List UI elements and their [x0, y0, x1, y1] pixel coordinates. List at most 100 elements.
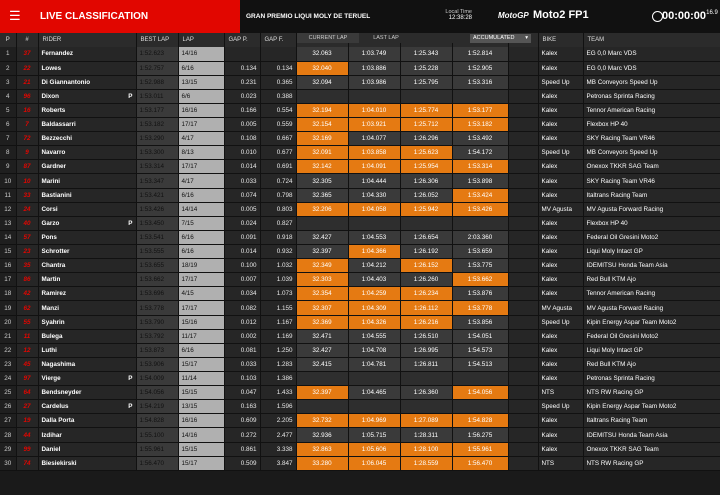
table-row[interactable]: 9 87 Gardner 1:53.314 17/17 0.014 0.691 32.142 1…	[0, 159, 720, 175]
col-best-lap[interactable]: BEST LAP	[136, 33, 179, 47]
rider-number-cell: 97	[16, 371, 39, 387]
table-row[interactable]: 10 10 Marini 1:53.347 4/17 0.033 0.724 32.305 1:…	[0, 173, 720, 189]
table-row[interactable]: 23 45 Nagashima 1:53.906 15/17 0.033 1.283 32.4…	[0, 357, 720, 373]
col-team[interactable]: TEAM	[583, 33, 720, 47]
table-row[interactable]: 16 35 Chantra 1:53.655 18/19 0.100 1.032 32.349…	[0, 258, 720, 274]
table-row[interactable]: 28 44 Izdihar 1:55.100 14/16 0.272 2.477 32.936…	[0, 427, 720, 443]
sector-s1-cell: 32.369	[296, 315, 349, 330]
gap-previous-cell: 0.002	[224, 329, 261, 344]
team-cell: Flexbox HP 40	[583, 117, 720, 133]
table-row[interactable]: 8 9 Navarro 1:53.300 8/13 0.010 0.677 32.091 1:0…	[0, 145, 720, 161]
sector-s2-cell: 1:05.606	[348, 442, 401, 457]
table-row[interactable]: 14 57 Pons 1:53.541 6/16 0.091 0.918 32.427 1:04…	[0, 230, 720, 246]
col-number[interactable]: #	[16, 33, 39, 47]
table-row[interactable]: 18 42 Ramirez 1:53.696 4/15 0.034 1.073 32.354 1…	[0, 286, 720, 302]
position-cell: 26	[0, 399, 17, 415]
col-gap-p[interactable]: GAP P.	[224, 33, 261, 47]
col-rider[interactable]: RIDER	[38, 33, 137, 47]
table-row[interactable]: 27 19 Dalla Porta 1:54.828 16/16 0.609 2.205 32…	[0, 413, 720, 429]
table-row[interactable]: 3 21 Di Giannantonio 1:52.988 13/15 0.231 0.36…	[0, 75, 720, 90]
table-row[interactable]: 25 64 Bendsneyder 1:54.056 15/15 0.047 1.433 32…	[0, 385, 720, 401]
table-row[interactable]: 1 37 Fernandez 1:52.623 14/16 32.063 1:03.749 1…	[0, 47, 720, 62]
hamburger-icon[interactable]: ☰	[9, 8, 21, 24]
table-row[interactable]: 15 23 Schrotter 1:53.555 6/16 0.014 0.932 32.39…	[0, 244, 720, 260]
best-lap-cell: 1:54.828	[136, 413, 179, 429]
speed-cell	[508, 117, 539, 133]
table-row[interactable]: 2 22 Lowes 1:52.757 6/16 0.134 0.134 32.040 1:03…	[0, 61, 720, 76]
table-row[interactable]: 30 74 Biesiekirski 1:56.470 15/17 0.509 3.847 3…	[0, 456, 720, 471]
sector-s2-cell: 1:03.749	[348, 47, 401, 62]
gap-first-cell: 1.250	[260, 343, 297, 358]
rider-name: Bulega	[41, 332, 63, 340]
table-row[interactable]: 26 27 Cardelus P 1:54.219 13/15 0.163 1.596 Spee…	[0, 399, 720, 415]
table-row[interactable]: 21 11 Bulega 1:53.792 11/17 0.002 1.169 32.471 1…	[0, 329, 720, 344]
table-row[interactable]: 12 24 Corsi 1:53.426 14/14 0.005 0.803 32.206 1:…	[0, 202, 720, 217]
team-cell: Onexox TKKR SAG Team	[583, 442, 720, 457]
sector-s2-cell: 1:03.921	[348, 117, 401, 133]
rider-cell: Ramirez	[38, 286, 137, 302]
team-cell: NTS RW Racing GP	[583, 456, 720, 471]
sector-s2-cell: 1:04.555	[348, 329, 401, 344]
lap-count-cell: 6/16	[178, 343, 225, 358]
bike-cell: NTS	[538, 385, 584, 401]
sector-s3-cell: 1:26.260	[400, 272, 453, 288]
best-lap-cell: 1:53.300	[136, 145, 179, 161]
sector-s1-cell: 32.307	[296, 300, 349, 316]
table-row[interactable]: 17 86 Martin 1:53.662 17/17 0.007 1.039 32.303 1…	[0, 272, 720, 288]
rider-name: Martin	[41, 276, 61, 284]
live-classification-header: ☰ LIVE CLASSIFICATION	[0, 0, 240, 33]
rider-number-cell: 33	[16, 188, 39, 203]
rider-cell: Dixon P	[38, 89, 137, 104]
sector-s2-cell: 1:04.330	[348, 188, 401, 203]
lap-count-cell: 6/16	[178, 188, 225, 203]
rider-cell: Syahrin	[38, 315, 137, 330]
page-title: LIVE CLASSIFICATION	[40, 11, 149, 22]
last-lap-tab[interactable]: LAST LAP	[360, 33, 412, 43]
sector-s4-cell: 1:53.426	[452, 202, 509, 217]
table-row[interactable]: 24 97 Vierge P 1:54.009 11/14 0.103 1.386 Kalex P…	[0, 371, 720, 387]
sector-s1-cell: 32.732	[296, 413, 349, 429]
table-row[interactable]: 19 62 Manzi 1:53.778 17/17 0.082 1.155 32.307 1:…	[0, 300, 720, 316]
sector-s3-cell: 1:26.216	[400, 315, 453, 330]
position-cell: 15	[0, 244, 17, 260]
sector-s3-cell: 1:26.654	[400, 230, 453, 246]
table-row[interactable]: 7 72 Bezzecchi 1:53.290 4/17 0.108 0.667 32.169…	[0, 131, 720, 147]
bike-cell: Kalex	[538, 188, 584, 203]
sector-s1-cell: 32.305	[296, 173, 349, 189]
table-row[interactable]: 5 16 Roberts 1:53.177 16/16 0.166 0.554 32.194 1…	[0, 103, 720, 119]
bike-cell: Kalex	[538, 89, 584, 104]
current-lap-tab[interactable]: CURRENT LAP	[297, 33, 359, 43]
sector-s2-cell: 1:04.708	[348, 343, 401, 358]
sector-s2-cell: 1:05.715	[348, 427, 401, 443]
lap-count-cell: 14/14	[178, 202, 225, 217]
position-cell: 18	[0, 286, 17, 302]
table-row[interactable]: 4 96 Dixon P 1:53.011 6/6 0.023 0.388 Kalex Petro…	[0, 89, 720, 104]
sector-s4-cell: 2:03.360	[452, 230, 509, 246]
sector-s2-cell: 1:04.969	[348, 413, 401, 429]
gap-first-cell: 1.283	[260, 357, 297, 373]
table-row[interactable]: 29 99 Daniel 1:55.961 15/15 0.861 3.338 32.863 1…	[0, 442, 720, 457]
speed-cell	[508, 272, 539, 288]
sector-s1-cell	[296, 89, 349, 104]
table-row[interactable]: 6 7 Baldassarri 1:53.182 17/17 0.005 0.559 32.1…	[0, 117, 720, 133]
gap-previous-cell: 0.012	[224, 315, 261, 330]
col-lap[interactable]: LAP	[178, 33, 225, 47]
speed-cell	[508, 385, 539, 401]
session-name: Moto2 FP1	[533, 9, 589, 21]
table-row[interactable]: 22 12 Luthi 1:53.873 6/16 0.081 1.250 32.427 1:0…	[0, 343, 720, 358]
col-bike[interactable]: BIKE	[538, 33, 584, 47]
sector-s4-cell: 1:53.775	[452, 258, 509, 274]
table-row[interactable]: 11 33 Bastianini 1:53.421 6/16 0.074 0.798 32.3…	[0, 188, 720, 203]
bike-cell: Kalex	[538, 230, 584, 246]
bike-cell: Kalex	[538, 286, 584, 302]
accumulated-dropdown[interactable]: ACCUMULATED ▾	[470, 34, 531, 43]
best-lap-cell: 1:53.347	[136, 173, 179, 189]
table-row[interactable]: 20 55 Syahrin 1:53.790 15/16 0.012 1.167 32.369…	[0, 315, 720, 330]
position-cell: 14	[0, 230, 17, 246]
table-row[interactable]: 13 40 Garzo P 1:53.450 7/15 0.024 0.827 Kalex Fle…	[0, 216, 720, 231]
rider-number-cell: 44	[16, 427, 39, 443]
team-cell: Red Bull KTM Ajo	[583, 357, 720, 373]
sector-tab[interactable]	[413, 33, 468, 43]
col-gap-f[interactable]: GAP F.	[260, 33, 297, 47]
col-p[interactable]: P	[0, 33, 17, 47]
